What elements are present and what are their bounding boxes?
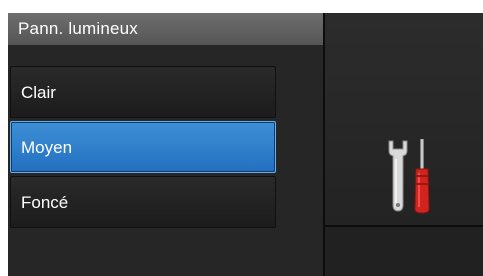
menu-panel: Clair Moyen Foncé (8, 45, 323, 276)
menu-item-clair[interactable]: Clair (10, 66, 276, 118)
right-bottom-panel (325, 227, 483, 276)
page-title: Pann. lumineux (8, 13, 323, 45)
tools-icon (388, 139, 430, 214)
wrench-icon (388, 140, 408, 212)
screwdriver-icon (414, 139, 430, 214)
menu-item-moyen[interactable]: Moyen (10, 121, 276, 173)
menu-item-fonce[interactable]: Foncé (10, 176, 276, 228)
